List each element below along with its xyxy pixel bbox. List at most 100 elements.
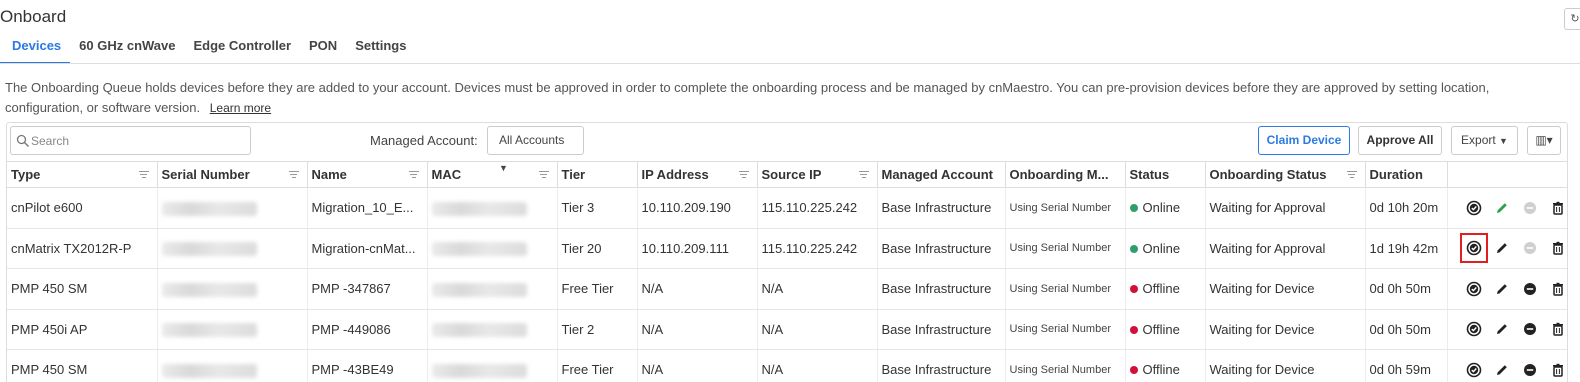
filter-icon[interactable] xyxy=(138,171,149,179)
export-button[interactable]: Export ▼ xyxy=(1451,126,1518,155)
managed-account-select[interactable]: All Accounts ▼ xyxy=(487,126,584,173)
cell-actions xyxy=(1447,187,1567,229)
cell-source-ip: 115.110.225.242 xyxy=(757,187,878,229)
learn-more-link[interactable]: Learn more xyxy=(210,101,271,115)
approve-icon[interactable] xyxy=(1466,362,1482,378)
delete-icon[interactable] xyxy=(1550,281,1566,297)
col-header-onboarding-status[interactable]: Onboarding Status xyxy=(1205,161,1366,188)
col-header-source-ip[interactable]: Source IP xyxy=(757,161,878,188)
cell-tier: Tier 20 xyxy=(557,228,638,269)
tab-settings[interactable]: Settings xyxy=(346,36,415,64)
redacted-value xyxy=(161,242,257,257)
search-input[interactable] xyxy=(31,132,241,150)
edit-icon[interactable] xyxy=(1494,281,1510,297)
cell-onboarding-status: Waiting for Device xyxy=(1205,349,1366,382)
cell-actions xyxy=(1447,268,1567,310)
cell-serial xyxy=(157,349,308,382)
cell-mac xyxy=(427,309,558,350)
cell-tier: Tier 2 xyxy=(557,309,638,350)
cell-managed-account: Base Infrastructure xyxy=(877,268,1006,310)
col-header-managed-account[interactable]: Managed Account xyxy=(877,161,1006,188)
remove-icon[interactable] xyxy=(1522,240,1538,256)
cell-duration: 1d 19h 42m xyxy=(1365,228,1448,269)
tab-bar: Devices 60 GHz cnWave Edge Controller PO… xyxy=(0,36,1580,64)
managed-account-value: All Accounts xyxy=(499,133,565,147)
approve-icon[interactable] xyxy=(1459,233,1488,264)
cell-status: Offline xyxy=(1125,349,1206,382)
approve-icon[interactable] xyxy=(1466,281,1482,297)
cell-ip: 10.110.209.111 xyxy=(637,228,758,269)
cell-name: PMP -43BE49 xyxy=(307,349,428,382)
approve-all-button[interactable]: Approve All xyxy=(1358,126,1442,155)
col-header-serial[interactable]: Serial Number xyxy=(157,161,308,188)
col-header-tier[interactable]: Tier xyxy=(557,161,638,188)
delete-icon[interactable] xyxy=(1550,200,1566,216)
remove-icon[interactable] xyxy=(1522,281,1538,297)
edit-icon[interactable] xyxy=(1494,200,1510,216)
table-row[interactable]: cnMatrix TX2012R-P Migration-cnMat... Tier… xyxy=(7,228,1567,269)
cell-tier: Free Tier xyxy=(557,349,638,382)
remove-icon[interactable] xyxy=(1522,362,1538,378)
table-row[interactable]: PMP 450 SM PMP -347867 Free Tier N/A N/A Base… xyxy=(7,268,1567,310)
tab-pon[interactable]: PON xyxy=(300,36,346,64)
filter-icon[interactable] xyxy=(1346,171,1357,179)
cell-duration: 0d 0h 59m xyxy=(1365,349,1448,382)
cell-type: PMP 450 SM xyxy=(7,268,158,310)
approve-icon[interactable] xyxy=(1466,200,1482,216)
redacted-value xyxy=(161,363,257,378)
description: The Onboarding Queue holds devices befor… xyxy=(5,78,1565,118)
delete-icon[interactable] xyxy=(1550,321,1566,337)
remove-icon[interactable] xyxy=(1522,321,1538,337)
remove-icon[interactable] xyxy=(1522,200,1538,216)
filter-icon[interactable] xyxy=(288,171,299,179)
filter-icon[interactable] xyxy=(738,171,749,179)
redacted-value xyxy=(161,323,257,338)
highlight-box xyxy=(1459,233,1488,264)
cell-ip: N/A xyxy=(637,349,758,382)
col-header-ip[interactable]: IP Address xyxy=(637,161,758,188)
filter-icon[interactable] xyxy=(408,171,419,179)
tab-60ghz-cnwave[interactable]: 60 GHz cnWave xyxy=(70,36,184,64)
cell-tier: Free Tier xyxy=(557,268,638,310)
col-header-duration[interactable]: Duration xyxy=(1365,161,1448,188)
search-box[interactable] xyxy=(10,126,251,155)
cell-onboarding-method: Using Serial Number xyxy=(1005,309,1126,350)
delete-icon[interactable] xyxy=(1550,240,1566,256)
cell-mac xyxy=(427,349,558,382)
redacted-value xyxy=(431,323,527,338)
delete-icon[interactable] xyxy=(1550,362,1566,378)
table-row[interactable]: PMP 450 SM PMP -43BE49 Free Tier N/A N/A Base… xyxy=(7,349,1567,382)
edit-icon[interactable] xyxy=(1494,321,1510,337)
cell-duration: 0d 0h 50m xyxy=(1365,268,1448,310)
claim-device-button[interactable]: Claim Device xyxy=(1258,126,1350,155)
tab-devices[interactable]: Devices xyxy=(0,36,71,64)
redacted-value xyxy=(431,201,527,216)
col-header-name[interactable]: Name xyxy=(307,161,428,188)
table-row[interactable]: cnPilot e600 Migration_10_E... Tier 3 10.11… xyxy=(7,187,1567,229)
cell-mac xyxy=(427,268,558,310)
table-row[interactable]: PMP 450i AP PMP -449086 Tier 2 N/A N/A Base I… xyxy=(7,309,1567,350)
col-header-status[interactable]: Status xyxy=(1125,161,1206,188)
redacted-value xyxy=(161,282,257,297)
col-header-type[interactable]: Type xyxy=(7,161,158,188)
columns-button[interactable]: ▥▾ xyxy=(1527,126,1561,155)
status-dot-icon xyxy=(1129,244,1138,253)
refresh-icon[interactable]: ↻ xyxy=(1564,8,1580,30)
cell-name: PMP -449086 xyxy=(307,309,428,350)
tab-edge-controller[interactable]: Edge Controller xyxy=(185,36,301,64)
caret-down-icon: ▼ xyxy=(1499,136,1508,146)
col-header-onboarding-method[interactable]: Onboarding M... xyxy=(1005,161,1126,188)
cell-actions xyxy=(1447,228,1567,269)
cell-managed-account: Base Infrastructure xyxy=(877,309,1006,350)
page-title: Onboard xyxy=(0,7,67,26)
filter-icon[interactable] xyxy=(538,171,549,179)
cell-actions xyxy=(1447,349,1567,382)
redacted-value xyxy=(161,201,257,216)
edit-icon[interactable] xyxy=(1494,362,1510,378)
approve-icon[interactable] xyxy=(1466,321,1482,337)
col-header-mac[interactable]: MAC xyxy=(427,161,558,188)
cell-type: PMP 450 SM xyxy=(7,349,158,382)
edit-icon[interactable] xyxy=(1494,240,1510,256)
cell-onboarding-method: Using Serial Number xyxy=(1005,187,1126,229)
filter-icon[interactable] xyxy=(858,171,869,179)
